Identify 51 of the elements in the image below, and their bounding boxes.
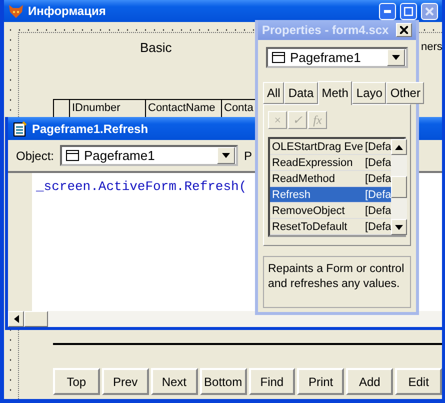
object-label: Object:: [16, 148, 54, 162]
property-row[interactable]: ResetToDefault [Defa: [270, 219, 392, 235]
property-tab[interactable]: Meth: [318, 81, 352, 105]
nav-button[interactable]: Bottom: [200, 368, 246, 395]
property-tab[interactable]: All: [263, 82, 284, 104]
scroll-down-button[interactable]: [391, 219, 408, 235]
nav-button[interactable]: Top: [53, 368, 100, 395]
close-icon: [400, 26, 408, 34]
fox-icon: [8, 3, 24, 19]
description-text: Repaints a Form or control and refreshes any values.: [268, 263, 404, 290]
down-arrow-icon: [395, 224, 404, 230]
nav-button[interactable]: Prev: [102, 368, 149, 395]
close-button[interactable]: [396, 23, 412, 37]
nav-button[interactable]: Next: [150, 368, 198, 395]
property-tab[interactable]: Other: [386, 82, 424, 104]
scroll-thumb[interactable]: [24, 311, 48, 327]
minimize-button[interactable]: [379, 2, 396, 20]
scroll-thumb[interactable]: [391, 176, 408, 198]
close-icon: [425, 6, 434, 16]
window-title: Информация: [28, 4, 107, 18]
maximize-icon: [404, 6, 413, 16]
scroll-up-button[interactable]: [391, 139, 408, 155]
dropdown-arrow-icon: [222, 153, 230, 158]
code-window-title: Pageframe1.Refresh: [32, 122, 150, 136]
object-dropdown[interactable]: Pageframe1: [266, 47, 408, 68]
code-line: _screen.ActiveForm.Refresh(: [35, 178, 247, 196]
up-arrow-icon: [395, 144, 404, 150]
left-arrow-icon: [14, 315, 18, 323]
code-file-icon: [12, 120, 28, 136]
frame-icon: [66, 150, 80, 161]
object-dropdown[interactable]: Pageframe1: [60, 145, 238, 166]
dropdown-arrow-icon: [392, 55, 400, 60]
property-tab[interactable]: Data: [284, 82, 318, 104]
property-row[interactable]: ReadExpression [Defa: [270, 155, 392, 171]
properties-title: Properties - form4.scx: [262, 23, 390, 37]
property-tab[interactable]: Layo: [352, 82, 386, 104]
minimize-icon: [384, 10, 391, 12]
property-row[interactable]: RemoveObject [Defa: [270, 203, 392, 219]
property-row[interactable]: OLEStartDrag Eve [Defa: [270, 139, 392, 155]
procedure-label: P: [244, 148, 252, 162]
frame-icon: [272, 52, 285, 63]
scroll-left-button[interactable]: [8, 311, 24, 327]
property-row[interactable]: ReadMethod [Defa: [270, 171, 392, 187]
page-tab-label[interactable]: ners: [421, 41, 442, 53]
property-row[interactable]: Refresh [Defa: [270, 187, 392, 203]
nav-button[interactable]: Print: [297, 368, 344, 395]
nav-button[interactable]: Add: [346, 368, 394, 395]
page-tab-label[interactable]: Basic: [140, 40, 172, 55]
nav-button[interactable]: Find: [248, 368, 296, 395]
nav-button[interactable]: Edit: [395, 368, 442, 395]
maximize-button[interactable]: [400, 2, 417, 20]
